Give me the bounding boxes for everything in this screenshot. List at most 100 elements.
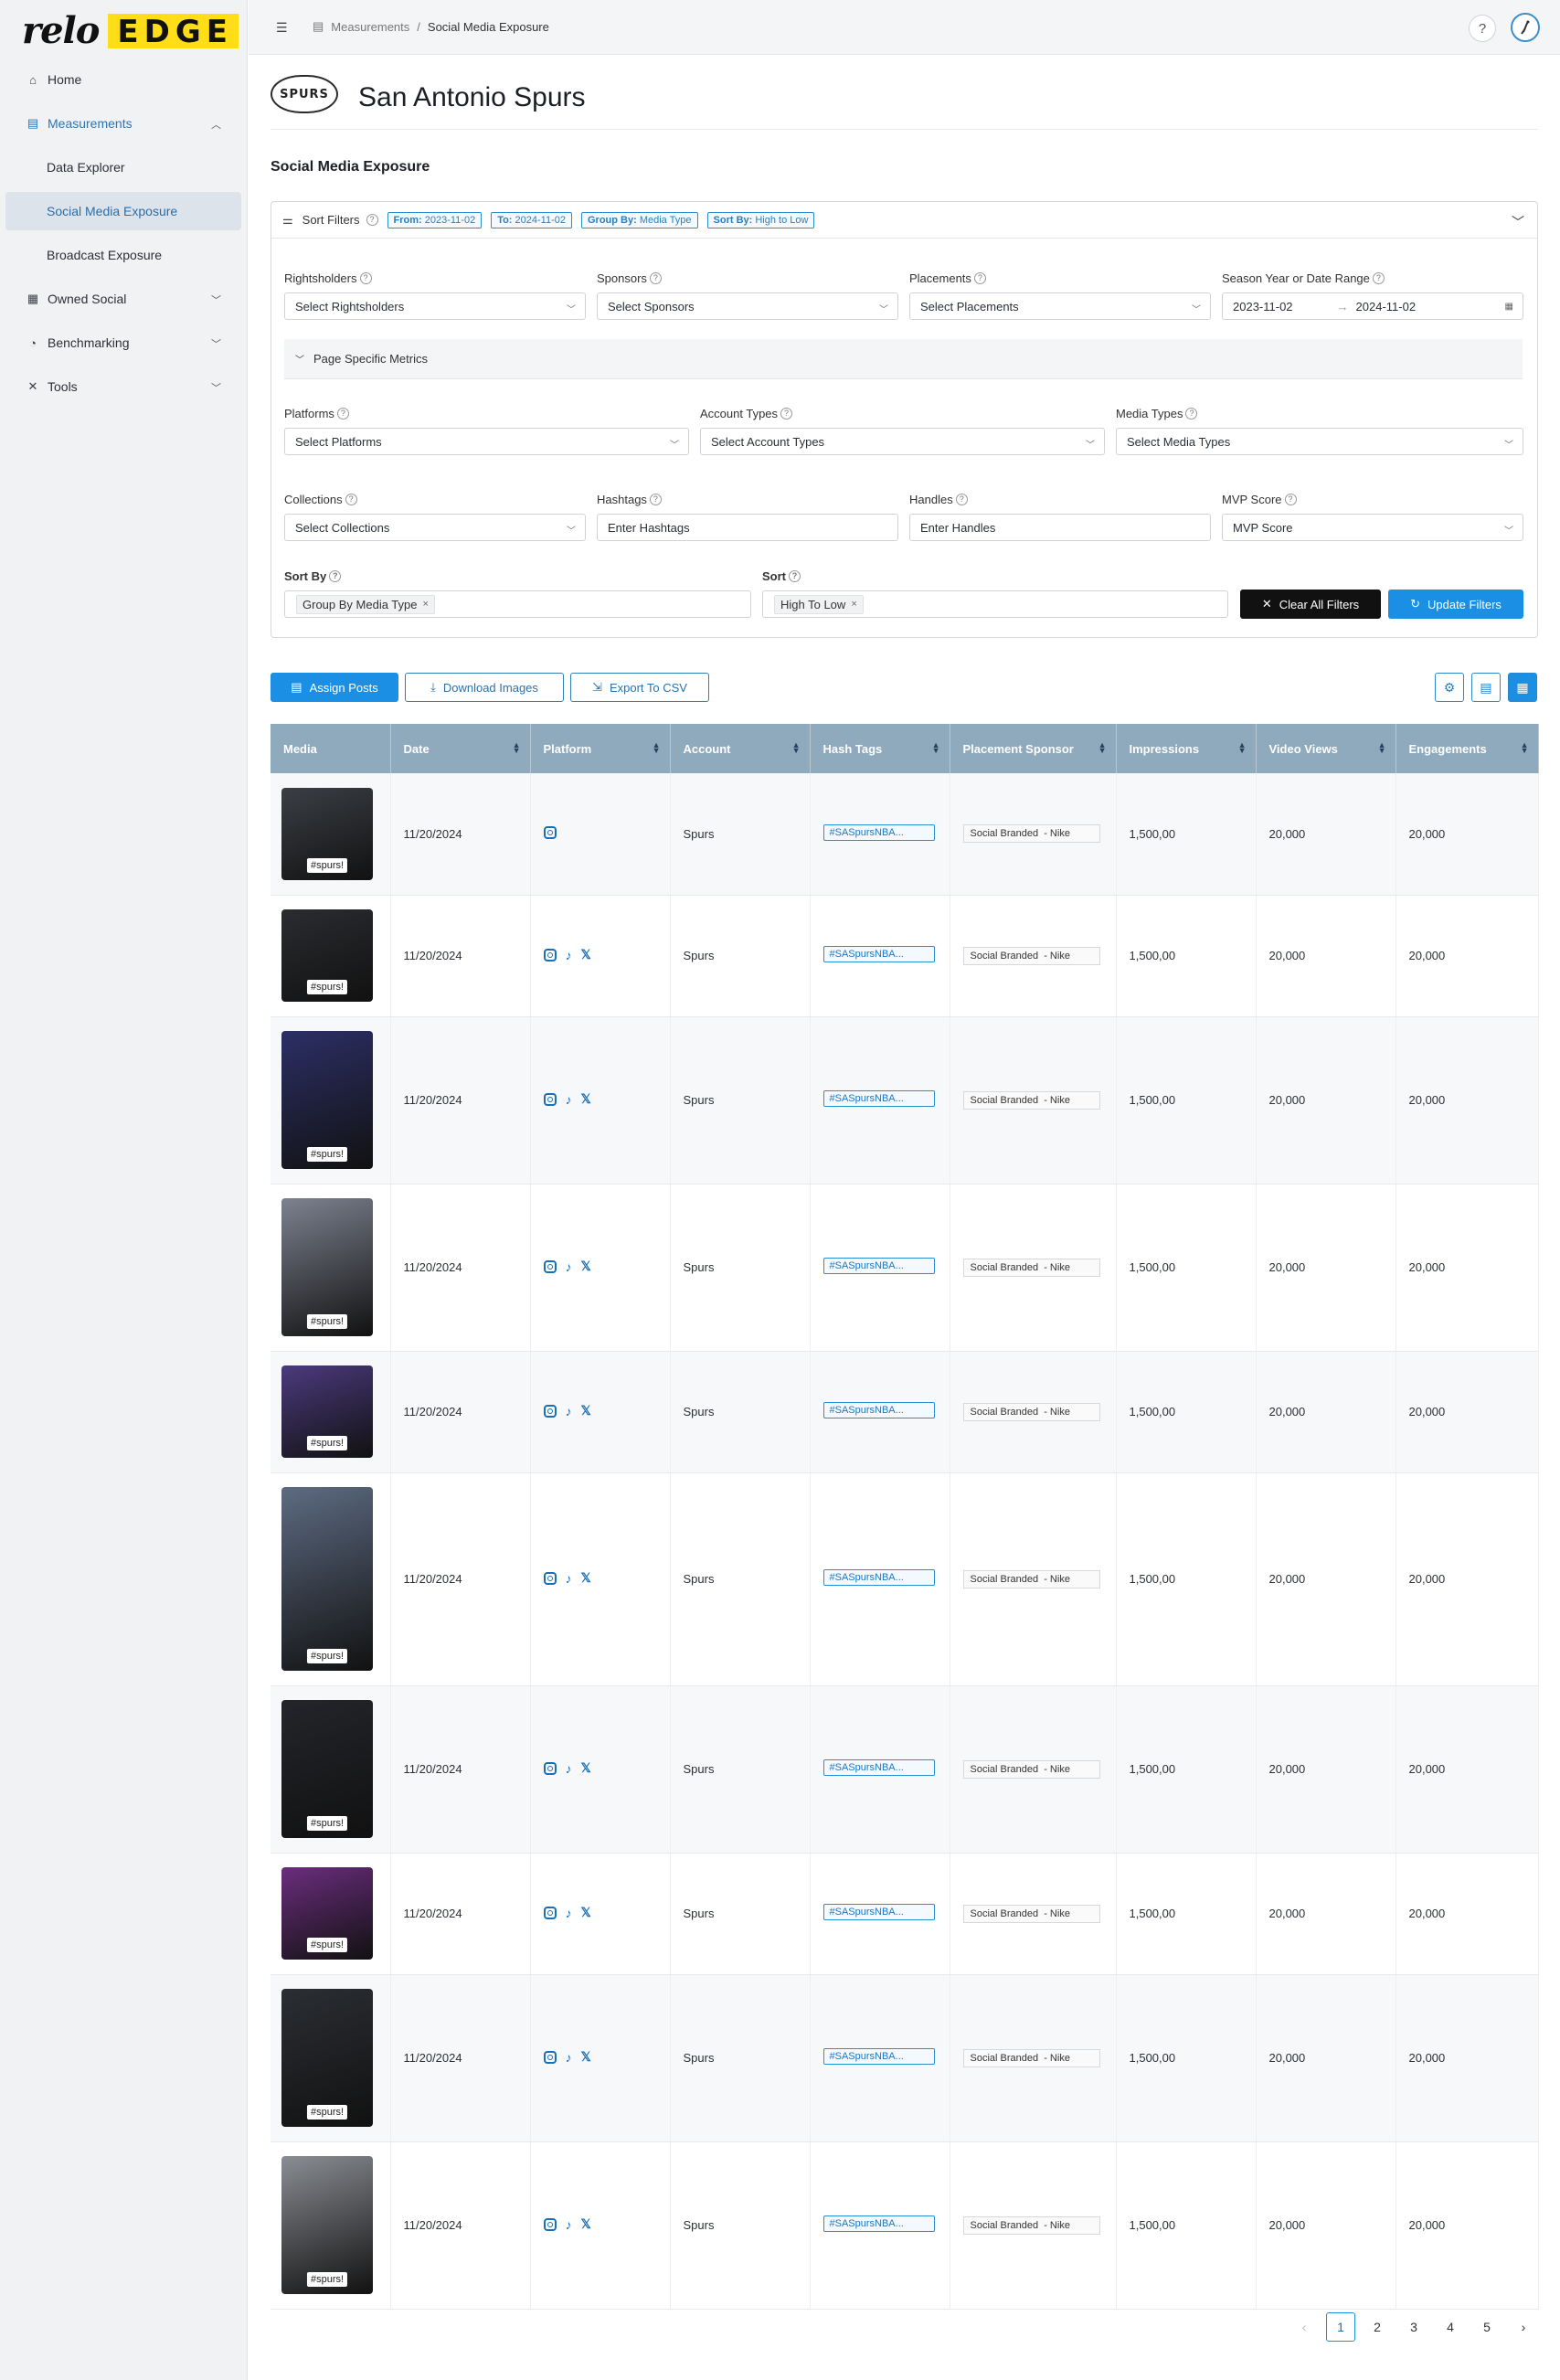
relo-edge-logo[interactable]: relo EDGE: [22, 13, 239, 49]
next-page-button[interactable]: ›: [1509, 2312, 1538, 2342]
export-csv-button[interactable]: ⇲ Export To CSV: [570, 673, 709, 702]
table-row[interactable]: #spurs! 11/20/2024 ♪ 𝕏 Spurs #SASpursNBA... So…: [271, 1853, 1539, 1975]
account-types-select[interactable]: Select Account Types ﹀: [700, 428, 1105, 455]
placements-select[interactable]: Select Placements ﹀: [909, 292, 1211, 320]
sidebar-item-measurements[interactable]: ▤ Measurements ︿: [5, 104, 241, 143]
grid-view-button[interactable]: ▦: [1508, 673, 1537, 702]
hashtag-chip[interactable]: #SASpursNBA...: [822, 1090, 935, 1107]
sidebar-item-benchmarking[interactable]: ◔ Benchmarking ﹀: [5, 324, 241, 362]
date-from[interactable]: 2023-11-02: [1233, 300, 1293, 313]
clear-all-filters-button[interactable]: ✕ Clear All Filters: [1240, 590, 1381, 619]
help-button[interactable]: ?: [1469, 15, 1496, 42]
media-thumbnail[interactable]: #spurs!: [281, 1867, 373, 1960]
column-header[interactable]: Date ▲ ▼: [390, 724, 531, 773]
download-images-button[interactable]: ⤓ Download Images: [405, 673, 564, 702]
sort-icon[interactable]: ▲ ▼: [1521, 741, 1529, 755]
chevron-down-icon[interactable]: ﹀: [1512, 213, 1524, 231]
platform-cell: ♪ 𝕏: [530, 895, 671, 1017]
media-thumbnail[interactable]: #spurs!: [281, 1989, 373, 2127]
table-row[interactable]: #spurs! 11/20/2024 ♪ 𝕏 Spurs #SASpursNBA... So…: [271, 1974, 1539, 2142]
remove-tag-icon[interactable]: ×: [423, 599, 429, 610]
hashtag-chip[interactable]: #SASpursNBA...: [822, 823, 935, 841]
media-cell: #spurs!: [271, 2141, 391, 2310]
sponsors-select[interactable]: Select Sponsors ﹀: [597, 292, 898, 320]
table-row[interactable]: #spurs! 11/20/2024 ♪ 𝕏 Spurs #SASpursNBA... So…: [271, 1685, 1539, 1854]
hashtag-chip[interactable]: #SASpursNBA...: [822, 1258, 935, 1274]
media-thumbnail[interactable]: #spurs!: [281, 1487, 373, 1671]
media-types-select[interactable]: Select Media Types ﹀: [1116, 428, 1523, 455]
column-header[interactable]: Media: [271, 724, 391, 773]
sidebar-subitem-data-explorer[interactable]: Data Explorer: [5, 148, 241, 186]
sidebar-item-owned-social[interactable]: ▦ Owned Social ﹀: [5, 280, 241, 318]
update-filters-button[interactable]: ↻ Update Filters: [1388, 590, 1523, 619]
hashtag-chip[interactable]: #SASpursNBA...: [822, 1904, 935, 1920]
column-header[interactable]: Platform ▲ ▼: [530, 724, 671, 773]
page-button[interactable]: 1: [1326, 2312, 1355, 2342]
column-header[interactable]: Video Views ▲ ▼: [1256, 724, 1396, 773]
handles-input[interactable]: Enter Handles: [909, 514, 1211, 541]
hashtag-chip[interactable]: #SASpursNBA...: [822, 2048, 935, 2065]
table-row[interactable]: #spurs! 11/20/2024 ♪ 𝕏 Spurs #SASpursNBA... So…: [271, 1472, 1539, 1686]
settings-button[interactable]: ⚙: [1435, 673, 1464, 702]
column-header[interactable]: Account ▲ ▼: [670, 724, 811, 773]
filters-header[interactable]: ⚌ Sort Filters ? From: 2023-11-02 To: 20…: [271, 202, 1537, 239]
media-thumbnail[interactable]: #spurs!: [281, 1031, 373, 1169]
menu-toggle-icon[interactable]: ☰: [276, 20, 288, 36]
collections-select[interactable]: Select Collections ﹀: [284, 514, 586, 541]
sort-icon[interactable]: ▲ ▼: [1238, 741, 1247, 755]
list-view-button[interactable]: ▤: [1471, 673, 1501, 702]
page-specific-metrics-toggle[interactable]: ﹀ Page Specific Metrics: [284, 339, 1523, 379]
tiktok-icon: ♪: [565, 1570, 572, 1586]
sort-icon[interactable]: ▲ ▼: [1378, 741, 1386, 755]
media-thumbnail[interactable]: #spurs!: [281, 1198, 373, 1336]
page-button[interactable]: 5: [1472, 2312, 1502, 2342]
sort-icon[interactable]: ▲ ▼: [932, 741, 940, 755]
media-thumbnail[interactable]: #spurs!: [281, 2156, 373, 2294]
media-thumbnail[interactable]: #spurs!: [281, 909, 373, 1002]
media-thumbnail[interactable]: #spurs!: [281, 1700, 373, 1838]
sidebar-subitem-broadcast-exposure[interactable]: Broadcast Exposure: [5, 236, 241, 274]
hashtag-chip[interactable]: #SASpursNBA...: [822, 1759, 935, 1776]
table-row[interactable]: #spurs! 11/20/2024 ♪ 𝕏 Spurs #SASpursNBA... So…: [271, 1184, 1539, 1352]
column-header[interactable]: Engagements ▲ ▼: [1396, 724, 1539, 773]
sort-select[interactable]: High To Low ×: [762, 590, 1228, 618]
hashtag-chip[interactable]: #SASpursNBA...: [822, 2215, 935, 2232]
hashtag-chip[interactable]: #SASpursNBA...: [822, 1569, 935, 1586]
page-button[interactable]: 4: [1436, 2312, 1465, 2342]
media-thumbnail[interactable]: #spurs!: [281, 787, 373, 880]
breadcrumb-parent[interactable]: Measurements: [331, 20, 409, 34]
rightsholders-select[interactable]: Select Rightsholders ﹀: [284, 292, 586, 320]
sort-icon[interactable]: ▲ ▼: [1098, 741, 1107, 755]
page-button[interactable]: 2: [1363, 2312, 1392, 2342]
hashtag-chip[interactable]: #SASpursNBA...: [822, 1402, 935, 1418]
mvp-score-select[interactable]: MVP Score ﹀: [1222, 514, 1523, 541]
sidebar-subitem-social-media-exposure[interactable]: Social Media Exposure: [5, 192, 241, 230]
date-range-picker[interactable]: 2023-11-02 → 2024-11-02 ▦: [1222, 292, 1523, 320]
sidebar-item-tools[interactable]: ✕ Tools ﹀: [5, 367, 241, 406]
sponsor-cell: Social Branded - Nike: [950, 1974, 1117, 2142]
hashtags-input[interactable]: Enter Hashtags: [597, 514, 898, 541]
remove-tag-icon[interactable]: ×: [851, 599, 856, 610]
column-header[interactable]: Impressions ▲ ▼: [1116, 724, 1257, 773]
date-to[interactable]: 2024-11-02: [1356, 300, 1417, 313]
sort-icon[interactable]: ▲ ▼: [653, 741, 661, 755]
table-row[interactable]: #spurs! 11/20/2024 ♪ 𝕏 Spurs #SASpursNBA... So…: [271, 2141, 1539, 2310]
sort-by-select[interactable]: Group By Media Type ×: [284, 590, 751, 618]
table-row[interactable]: #spurs! 11/20/2024 Spurs #SASpursNBA... Soci…: [271, 773, 1539, 896]
avatar[interactable]: [1511, 13, 1540, 42]
assign-posts-button[interactable]: ▤ Assign Posts: [271, 673, 398, 702]
media-thumbnail[interactable]: #spurs!: [281, 1365, 373, 1458]
table-row[interactable]: #spurs! 11/20/2024 ♪ 𝕏 Spurs #SASpursNBA... So…: [271, 1351, 1539, 1473]
table-row[interactable]: #spurs! 11/20/2024 ♪ 𝕏 Spurs #SASpursNBA... So…: [271, 895, 1539, 1017]
page-button[interactable]: 3: [1399, 2312, 1428, 2342]
hashtag-chip[interactable]: #SASpursNBA...: [822, 946, 935, 962]
sort-icon[interactable]: ▲ ▼: [513, 741, 521, 755]
prev-page-button[interactable]: ‹: [1289, 2312, 1319, 2342]
column-header[interactable]: Hash Tags ▲ ▼: [810, 724, 950, 773]
sidebar-item-home[interactable]: ⌂ Home: [5, 60, 241, 99]
platforms-select[interactable]: Select Platforms ﹀: [284, 428, 689, 455]
table-row[interactable]: #spurs! 11/20/2024 ♪ 𝕏 Spurs #SASpursNBA... So…: [271, 1016, 1539, 1185]
sort-icon[interactable]: ▲ ▼: [792, 741, 801, 755]
column-header[interactable]: Placement Sponsor ▲ ▼: [950, 724, 1117, 773]
video-views-cell: 20,000: [1256, 2141, 1396, 2310]
